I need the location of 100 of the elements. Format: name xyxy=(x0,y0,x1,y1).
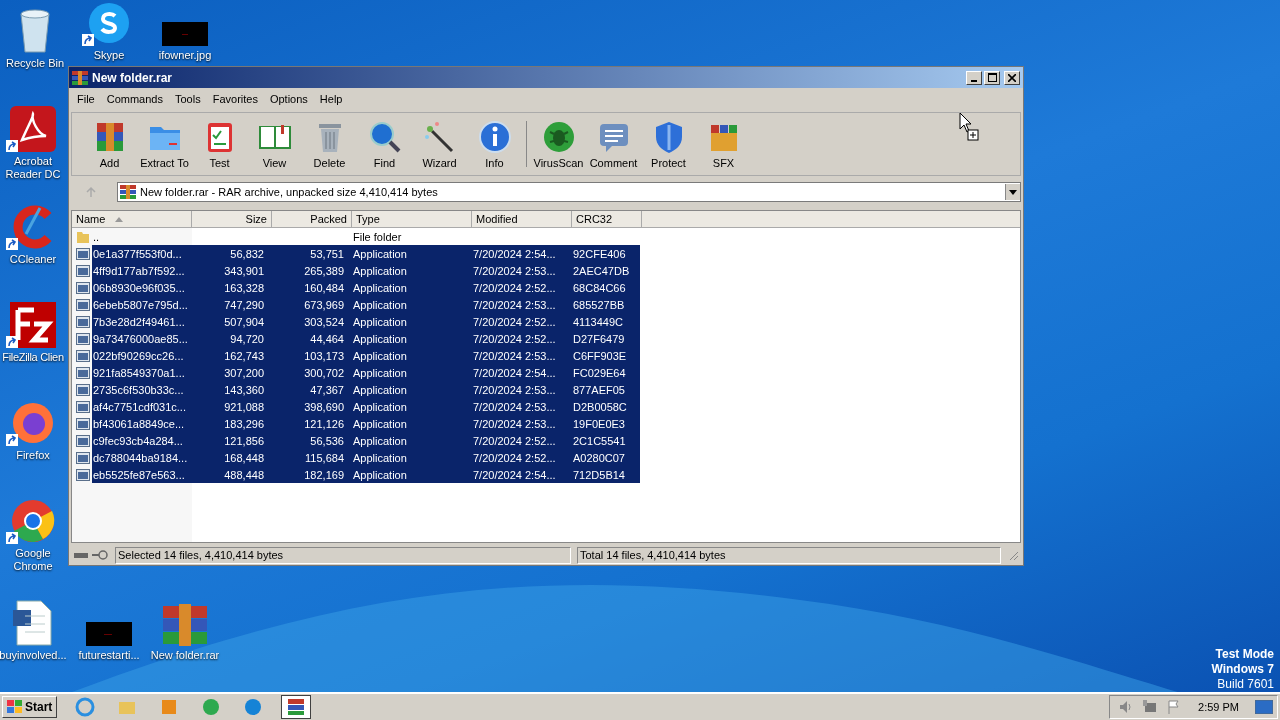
toolbar-button[interactable]: Extract To xyxy=(137,119,192,169)
table-cell-text: .. xyxy=(92,230,101,243)
table-cell-text: 6ebeb5807e795d... xyxy=(92,298,189,311)
table-cell-text: 121,126 xyxy=(303,417,345,430)
table-cell-text: 7/20/2024 2:52... xyxy=(472,434,557,447)
file-row[interactable]: af4c7751cdf031c... 921,088 398,690 Application 7/20/2024 2:53... D2B0058C xyxy=(92,398,640,415)
table-cell-text: 19F0E0E3 xyxy=(572,417,626,430)
table-cell-text: 143,360 xyxy=(223,383,265,396)
table-cell-text: File folder xyxy=(352,230,403,243)
desktop-icon-label[interactable]: CCleaner xyxy=(9,253,57,266)
desktop-icon-label[interactable]: buyinvolved... xyxy=(0,649,67,662)
file-row[interactable]: 022bf90269cc26... 162,743 103,173 Application 7/20/2024 2:53... C6FF903E xyxy=(92,347,640,364)
clock-text[interactable]: 2:59 PM xyxy=(1198,701,1239,713)
table-cell-text: 300,702 xyxy=(303,366,345,379)
column-header[interactable]: Modified xyxy=(472,211,572,228)
toolbar-button[interactable]: Comment xyxy=(586,119,641,169)
toolbar-button[interactable]: Info xyxy=(467,119,522,169)
toolbar-button[interactable]: Find xyxy=(357,119,412,169)
toolbar-button[interactable]: Wizard xyxy=(412,119,467,169)
file-row[interactable]: dc788044ba9184... 168,448 115,684 Application 7/20/2024 2:52... A0280C07 xyxy=(92,449,640,466)
menu-item[interactable]: Favorites xyxy=(206,93,264,105)
menu-item[interactable]: Options xyxy=(263,93,314,105)
toolbar-button[interactable]: Protect xyxy=(641,119,696,169)
os-notice-text: Test Mode xyxy=(1215,647,1274,662)
menu-item[interactable]: Commands xyxy=(100,93,169,105)
file-row[interactable]: 2735c6f530b33c... 143,360 47,367 Application 7/20/2024 2:53... 877AEF05 xyxy=(92,381,640,398)
window-title: New folder.rar xyxy=(92,70,174,85)
menu-item[interactable]: Help xyxy=(313,93,349,105)
file-row[interactable]: c9fec93cb4a284... 121,856 56,536 Application 7/20/2024 2:52... 2C1C5541 xyxy=(92,432,640,449)
table-cell-text: 56,832 xyxy=(229,247,265,260)
file-row[interactable]: bf43061a8849ce... 183,296 121,126 Application 7/20/2024 2:53... 19F0E0E3 xyxy=(92,415,640,432)
table-cell-text: 265,389 xyxy=(303,264,345,277)
toolbar-button[interactable]: VirusScan xyxy=(531,119,586,169)
desktop-icon-label[interactable]: Google Chrome xyxy=(0,547,68,573)
start-button[interactable]: Start xyxy=(2,696,58,718)
table-cell-text: 168,448 xyxy=(223,451,265,464)
table-cell-text: Application xyxy=(352,400,408,413)
desktop-icon-label[interactable]: Recycle Bin xyxy=(5,57,65,70)
column-header[interactable]: CRC32 xyxy=(572,211,642,228)
table-cell-text: 7/20/2024 2:53... xyxy=(472,383,557,396)
file-row[interactable]: 9a73476000ae85... 94,720 44,464 Application 7/20/2024 2:52... D27F6479 xyxy=(92,330,640,347)
table-cell-text: 7/20/2024 2:53... xyxy=(472,298,557,311)
table-cell-text: 0e1a377f553f0d... xyxy=(92,247,183,260)
file-row[interactable]: 6ebeb5807e795d... 747,290 673,969 Application 7/20/2024 2:53... 685527BB xyxy=(92,296,640,313)
table-cell-text: Application xyxy=(352,264,408,277)
file-row[interactable]: 7b3e28d2f49461... 507,904 303,524 Application 7/20/2024 2:52... 4113449C xyxy=(92,313,640,330)
column-header[interactable]: Type xyxy=(352,211,472,228)
table-cell-text: 7/20/2024 2:52... xyxy=(472,451,557,464)
toolbar-button[interactable]: Add xyxy=(82,119,137,169)
table-cell-text: 4113449C xyxy=(572,315,624,328)
table-cell-text: C6FF903E xyxy=(572,349,628,362)
table-cell-text: 160,484 xyxy=(303,281,345,294)
table-cell-text: 7/20/2024 2:53... xyxy=(472,417,557,430)
table-cell-text: 747,290 xyxy=(223,298,265,311)
table-cell-text: 183,296 xyxy=(223,417,265,430)
toolbar-button[interactable]: SFX xyxy=(696,119,751,169)
address-field[interactable]: New folder.rar - RAR archive, unpacked size 4,410,414 bytes xyxy=(117,182,1021,202)
desktop-icon-label[interactable]: New folder.rar xyxy=(150,649,220,662)
file-row[interactable]: 06b8930e96f035... 163,328 160,484 Application 7/20/2024 2:52... 68C84C66 xyxy=(92,279,640,296)
file-row[interactable]: 921fa8549370a1... 307,200 300,702 Application 7/20/2024 2:54... FC029E64 xyxy=(92,364,640,381)
table-cell-text: Application xyxy=(352,434,408,447)
table-cell-text: 303,524 xyxy=(303,315,345,328)
file-row[interactable]: eb5525fe87e563... 488,448 182,169 Application 7/20/2024 2:54... 712D5B14 xyxy=(92,466,640,483)
menu-item[interactable]: Tools xyxy=(169,93,207,105)
file-row[interactable]: 4ff9d177ab7f592... 343,901 265,389 Application 7/20/2024 2:53... 2AEC47DB xyxy=(92,262,640,279)
table-cell-text: dc788044ba9184... xyxy=(92,451,189,464)
toolbar-button[interactable]: View xyxy=(247,119,302,169)
toolbar-button[interactable]: Delete xyxy=(302,119,357,169)
table-cell-text: bf43061a8849ce... xyxy=(92,417,186,430)
file-row[interactable]: 0e1a377f553f0d... 56,832 53,751 Application 7/20/2024 2:54... 92CFE406 xyxy=(92,245,640,262)
desktop-icon-label[interactable]: futurestarti... xyxy=(78,649,140,662)
table-cell-text: c9fec93cb4a284... xyxy=(92,434,184,447)
table-cell-text: D27F6479 xyxy=(572,332,626,345)
column-header[interactable]: Name xyxy=(72,211,192,228)
table-cell-text: 2AEC47DB xyxy=(572,264,631,277)
table-cell-text: 7b3e28d2f49461... xyxy=(92,315,186,328)
desktop-icon-label[interactable]: Skype xyxy=(93,49,125,62)
table-cell-text: Application xyxy=(352,383,408,396)
table-cell-text: 7/20/2024 2:54... xyxy=(472,366,557,379)
desktop-icon-label[interactable]: Acrobat Reader DC xyxy=(0,155,68,181)
table-cell-text: 7/20/2024 2:52... xyxy=(472,315,557,328)
desktop-icon-label[interactable]: Firefox xyxy=(16,449,50,462)
table-cell-text: Application xyxy=(352,451,408,464)
toolbar-button[interactable]: Test xyxy=(192,119,247,169)
table-cell-text: 343,901 xyxy=(223,264,265,277)
table-cell-text: Application xyxy=(352,468,408,481)
os-notice-text: Build 7601 xyxy=(1217,677,1274,692)
table-cell-text: 7/20/2024 2:54... xyxy=(472,468,557,481)
table-cell-text: 53,751 xyxy=(309,247,345,260)
desktop-icon-label[interactable]: ifowner.jpg xyxy=(158,49,212,62)
table-cell-text: 877AEF05 xyxy=(572,383,626,396)
desktop-icon-label[interactable]: FileZilla Clien xyxy=(2,351,64,364)
file-row[interactable]: .. File folder xyxy=(92,228,640,245)
column-header[interactable]: Packed xyxy=(272,211,352,228)
table-cell-text: 921,088 xyxy=(223,400,265,413)
table-cell-text: 673,969 xyxy=(303,298,345,311)
os-notice-text: Windows 7 xyxy=(1211,662,1274,677)
menu-item[interactable]: File xyxy=(71,93,101,105)
column-header[interactable]: Size xyxy=(192,211,272,228)
table-cell-text: A0280C07 xyxy=(572,451,626,464)
